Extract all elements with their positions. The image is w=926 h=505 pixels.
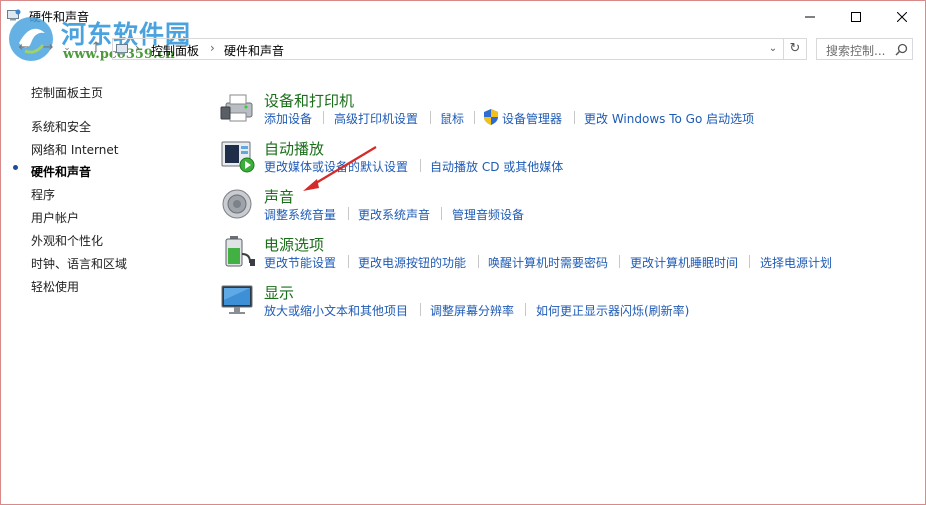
sidebar-home[interactable]: 控制面板主页 xyxy=(31,84,103,101)
address-bar[interactable]: › 控制面板 › 硬件和声音 ⌄ ↻ xyxy=(112,38,807,60)
forward-arrow-icon: → xyxy=(42,40,54,55)
sidebar-item-ease-of-access[interactable]: 轻松使用 xyxy=(31,278,79,295)
link-refresh-rate[interactable]: 如何更正显示器闪烁(刷新率) xyxy=(536,302,689,319)
breadcrumb-separator-icon: › xyxy=(135,41,140,55)
link-change-system-sounds[interactable]: 更改系统声音 xyxy=(358,206,430,223)
link-separator xyxy=(619,255,620,268)
sidebar-item-appearance[interactable]: 外观和个性化 xyxy=(31,232,103,249)
link-separator xyxy=(348,255,349,268)
breadcrumb-control-panel[interactable]: 控制面板 xyxy=(151,42,199,59)
sidebar-item-system-security[interactable]: 系统和安全 xyxy=(31,118,91,135)
category-devices-printers[interactable]: 设备和打印机 xyxy=(264,90,354,111)
refresh-icon: ↻ xyxy=(789,41,801,56)
sidebar-item-hardware-sound[interactable]: 硬件和声音 xyxy=(31,163,91,180)
link-require-password-on-wake[interactable]: 唤醒计算机时需要密码 xyxy=(488,254,608,271)
control-panel-icon xyxy=(116,44,128,55)
search-placeholder: 搜索控制... xyxy=(826,44,886,58)
maximize-icon xyxy=(851,11,861,22)
link-separator xyxy=(749,255,750,268)
link-choose-power-plan[interactable]: 选择电源计划 xyxy=(760,254,832,271)
category-power-options[interactable]: 电源选项 xyxy=(264,234,324,255)
forward-button[interactable]: → xyxy=(39,39,57,57)
sidebar-item-clock-region[interactable]: 时钟、语言和区域 xyxy=(31,255,127,272)
chevron-down-icon: ⌄ xyxy=(63,43,71,53)
category-display[interactable]: 显示 xyxy=(264,282,294,303)
current-item-bullet xyxy=(13,165,18,170)
link-separator xyxy=(420,159,421,172)
link-mouse[interactable]: 鼠标 xyxy=(440,110,464,127)
breadcrumb-hardware-sound[interactable]: 硬件和声音 xyxy=(224,42,284,59)
annotation-arrow-icon xyxy=(303,146,377,191)
monitor-icon[interactable] xyxy=(220,282,256,318)
link-separator xyxy=(323,111,324,124)
link-separator xyxy=(430,111,431,124)
address-dropdown-icon[interactable]: ⌄ xyxy=(766,41,780,57)
autoplay-icon[interactable] xyxy=(220,138,256,174)
speaker-icon[interactable] xyxy=(220,186,256,222)
printer-device-icon[interactable] xyxy=(220,89,256,125)
category-sound[interactable]: 声音 xyxy=(264,186,294,207)
uac-shield-icon xyxy=(484,109,498,125)
recent-locations-button[interactable]: ⌄ xyxy=(61,39,73,57)
link-change-sleep-time[interactable]: 更改计算机睡眠时间 xyxy=(630,254,738,271)
link-separator xyxy=(474,111,475,124)
link-autoplay-cd[interactable]: 自动播放 CD 或其他媒体 xyxy=(430,158,563,175)
sidebar-item-programs[interactable]: 程序 xyxy=(31,186,55,203)
refresh-button[interactable]: ↻ xyxy=(783,39,806,59)
link-separator xyxy=(441,207,442,220)
close-button[interactable] xyxy=(879,1,925,32)
back-arrow-icon: ← xyxy=(18,40,30,55)
link-text-size[interactable]: 放大或缩小文本和其他项目 xyxy=(264,302,408,319)
link-adjust-volume[interactable]: 调整系统音量 xyxy=(264,206,336,223)
link-separator xyxy=(574,111,575,124)
link-separator xyxy=(348,207,349,220)
up-button[interactable]: ↑ xyxy=(87,39,105,57)
link-change-power-saving[interactable]: 更改节能设置 xyxy=(264,254,336,271)
sidebar-item-network-internet[interactable]: 网络和 Internet xyxy=(31,141,118,158)
link-manage-audio-devices[interactable]: 管理音频设备 xyxy=(452,206,524,223)
link-power-button-function[interactable]: 更改电源按钮的功能 xyxy=(358,254,466,271)
link-separator xyxy=(478,255,479,268)
minimize-icon xyxy=(805,16,815,17)
link-advanced-printer-setup[interactable]: 高级打印机设置 xyxy=(334,110,418,127)
link-separator xyxy=(525,303,526,316)
up-arrow-icon: ↑ xyxy=(90,40,102,55)
search-icon xyxy=(895,43,908,56)
battery-power-icon[interactable] xyxy=(220,234,256,270)
breadcrumb-separator-icon: › xyxy=(210,41,215,55)
close-icon xyxy=(897,11,907,22)
control-panel-window: 硬件和声音 河东软件园 www.pc0359.cn ← → ⌄ ↑ › 控制面板… xyxy=(0,0,926,505)
sidebar-item-user-accounts[interactable]: 用户帐户 xyxy=(31,209,79,226)
search-input[interactable]: 搜索控制... xyxy=(816,38,913,60)
link-screen-resolution[interactable]: 调整屏幕分辨率 xyxy=(430,302,514,319)
link-separator xyxy=(420,303,421,316)
link-device-manager[interactable]: 设备管理器 xyxy=(502,110,562,127)
maximize-button[interactable] xyxy=(833,1,879,32)
minimize-button[interactable] xyxy=(787,1,833,32)
back-button[interactable]: ← xyxy=(15,39,33,57)
link-windows-to-go[interactable]: 更改 Windows To Go 启动选项 xyxy=(584,110,754,127)
link-add-device[interactable]: 添加设备 xyxy=(264,110,312,127)
